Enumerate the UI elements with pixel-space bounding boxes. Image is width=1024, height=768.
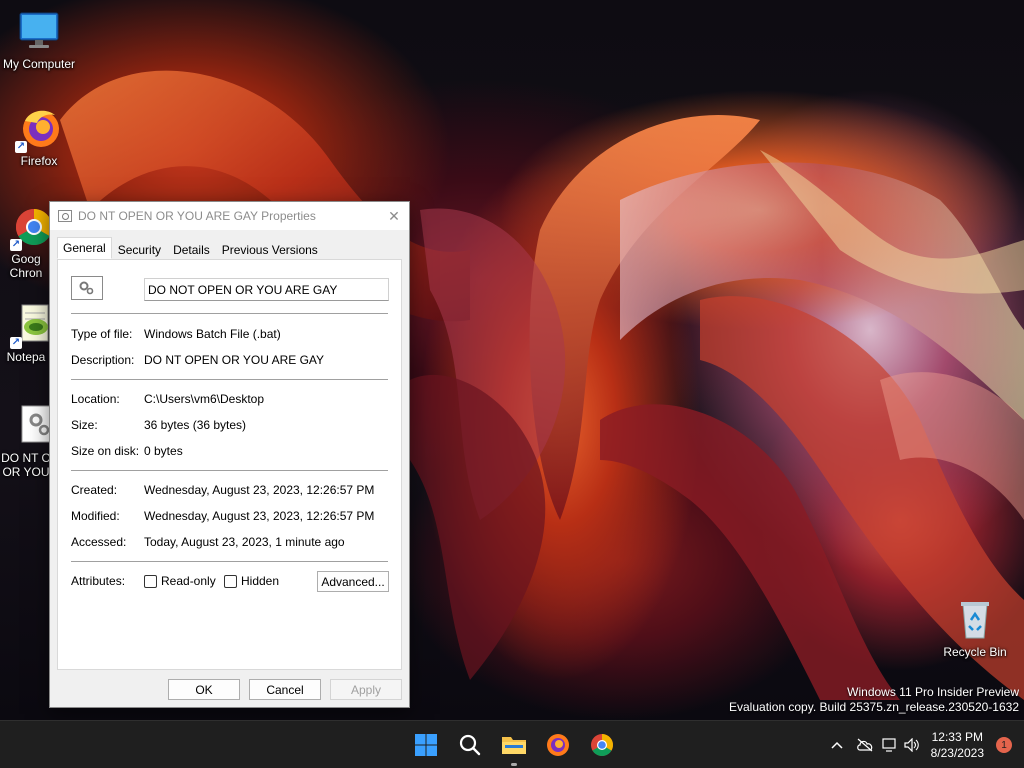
file-explorer-button[interactable] xyxy=(492,721,536,768)
taskbar: 12:33 PM 8/23/2023 1 xyxy=(0,720,1024,768)
accessed-label: Accessed: xyxy=(71,535,127,549)
attributes-label: Attributes: xyxy=(71,574,126,588)
watermark-line-1: Windows 11 Pro Insider Preview xyxy=(847,685,1019,699)
file-name-row xyxy=(71,276,391,302)
size-value: 36 bytes (36 bytes) xyxy=(144,418,247,432)
modified-label: Modified: xyxy=(71,509,120,523)
cloud-offline-icon[interactable] xyxy=(851,721,879,768)
apply-button[interactable]: Apply xyxy=(330,679,402,700)
created-label: Created: xyxy=(71,483,118,497)
tab-general[interactable]: General xyxy=(57,237,112,259)
desktop-icon-label: My Computer xyxy=(2,57,76,71)
checkbox-box[interactable] xyxy=(224,574,237,588)
readonly-checkbox[interactable]: Read-only xyxy=(144,574,216,588)
batch-file-icon xyxy=(71,276,103,300)
search-button[interactable] xyxy=(448,721,492,768)
chevron-up-icon[interactable] xyxy=(823,721,851,768)
firefox-icon xyxy=(547,734,569,756)
chrome-icon xyxy=(591,734,613,756)
desktop-icon-my-computer[interactable]: My Computer xyxy=(1,10,77,71)
readonly-label: Read-only xyxy=(161,574,216,588)
taskbar-apps xyxy=(404,721,624,768)
description-label: Description: xyxy=(71,353,135,367)
desktop-icon-label: Recycle Bin xyxy=(943,645,1007,659)
location-label: Location: xyxy=(71,392,120,406)
general-tab-panel: Type of file: Windows Batch File (.bat) … xyxy=(57,259,402,670)
monitor-icon xyxy=(17,10,61,54)
volume-icon[interactable] xyxy=(901,721,923,768)
shortcut-arrow-icon: ↗ xyxy=(15,141,27,153)
size-on-disk-label: Size on disk: xyxy=(71,444,140,458)
tab-security[interactable]: Security xyxy=(112,239,167,259)
type-of-file-label: Type of file: xyxy=(71,327,133,341)
chrome-taskbar-button[interactable] xyxy=(580,721,624,768)
advanced-button[interactable]: Advanced... xyxy=(317,571,389,592)
tab-details[interactable]: Details xyxy=(167,239,216,259)
type-of-file-value: Windows Batch File (.bat) xyxy=(144,327,281,341)
windows-start-icon xyxy=(415,734,437,756)
file-name-input[interactable] xyxy=(144,278,389,301)
modified-value: Wednesday, August 23, 2023, 12:26:57 PM xyxy=(144,509,375,523)
created-value: Wednesday, August 23, 2023, 12:26:57 PM xyxy=(144,483,375,497)
notification-badge[interactable]: 1 xyxy=(996,737,1012,753)
tab-strip: General Security Details Previous Versio… xyxy=(57,237,409,259)
size-on-disk-value: 0 bytes xyxy=(144,444,183,458)
desktop-icon-label: Notepa xyxy=(6,350,46,364)
clock-date: 8/23/2023 xyxy=(930,746,984,760)
dialog-titlebar[interactable]: DO NT OPEN OR YOU ARE GAY Properties ✕ xyxy=(50,202,409,230)
hidden-checkbox[interactable]: Hidden xyxy=(224,574,279,588)
separator xyxy=(71,313,388,314)
separator xyxy=(71,561,388,562)
shortcut-arrow-icon: ↗ xyxy=(10,337,22,349)
batch-file-icon xyxy=(58,210,72,222)
taskbar-clock[interactable]: 12:33 PM 8/23/2023 xyxy=(923,729,992,761)
system-tray: 12:33 PM 8/23/2023 1 xyxy=(823,721,1024,768)
network-icon[interactable] xyxy=(879,721,901,768)
close-icon[interactable]: ✕ xyxy=(379,202,409,230)
description-value: DO NT OPEN OR YOU ARE GAY xyxy=(144,353,325,367)
accessed-value: Today, August 23, 2023, 1 minute ago xyxy=(144,535,345,549)
desktop-icon-firefox[interactable]: ↗ Firefox xyxy=(1,107,77,168)
desktop-icon-label: Goog Chron xyxy=(9,252,43,280)
dialog-title: DO NT OPEN OR YOU ARE GAY Properties xyxy=(78,209,316,223)
start-button[interactable] xyxy=(404,721,448,768)
shortcut-arrow-icon: ↗ xyxy=(10,239,22,251)
recycle-bin-icon xyxy=(953,598,997,642)
running-indicator xyxy=(511,763,517,766)
hidden-label: Hidden xyxy=(241,574,280,588)
location-value: C:\Users\vm6\Desktop xyxy=(144,392,265,406)
evaluation-watermark: Windows 11 Pro Insider Preview Evaluatio… xyxy=(729,685,1019,715)
ok-button[interactable]: OK xyxy=(168,679,240,700)
separator xyxy=(71,379,388,380)
firefox-taskbar-button[interactable] xyxy=(536,721,580,768)
size-label: Size: xyxy=(71,418,98,432)
desktop-icon-recycle-bin[interactable]: Recycle Bin xyxy=(937,598,1013,659)
watermark-line-2: Evaluation copy. Build 25375.zn_release.… xyxy=(729,700,1019,714)
desktop-icon-label: DO NT O OR YOU xyxy=(1,451,51,479)
desktop-icon-label: Firefox xyxy=(20,154,58,168)
search-icon xyxy=(459,734,481,756)
separator xyxy=(71,470,388,471)
checkbox-box[interactable] xyxy=(144,574,157,588)
cancel-button[interactable]: Cancel xyxy=(249,679,321,700)
tab-previous-versions[interactable]: Previous Versions xyxy=(216,239,324,259)
clock-time: 12:33 PM xyxy=(931,730,983,744)
properties-dialog: DO NT OPEN OR YOU ARE GAY Properties ✕ G… xyxy=(49,201,410,708)
firefox-icon: ↗ xyxy=(15,107,61,153)
file-explorer-icon xyxy=(502,737,526,754)
